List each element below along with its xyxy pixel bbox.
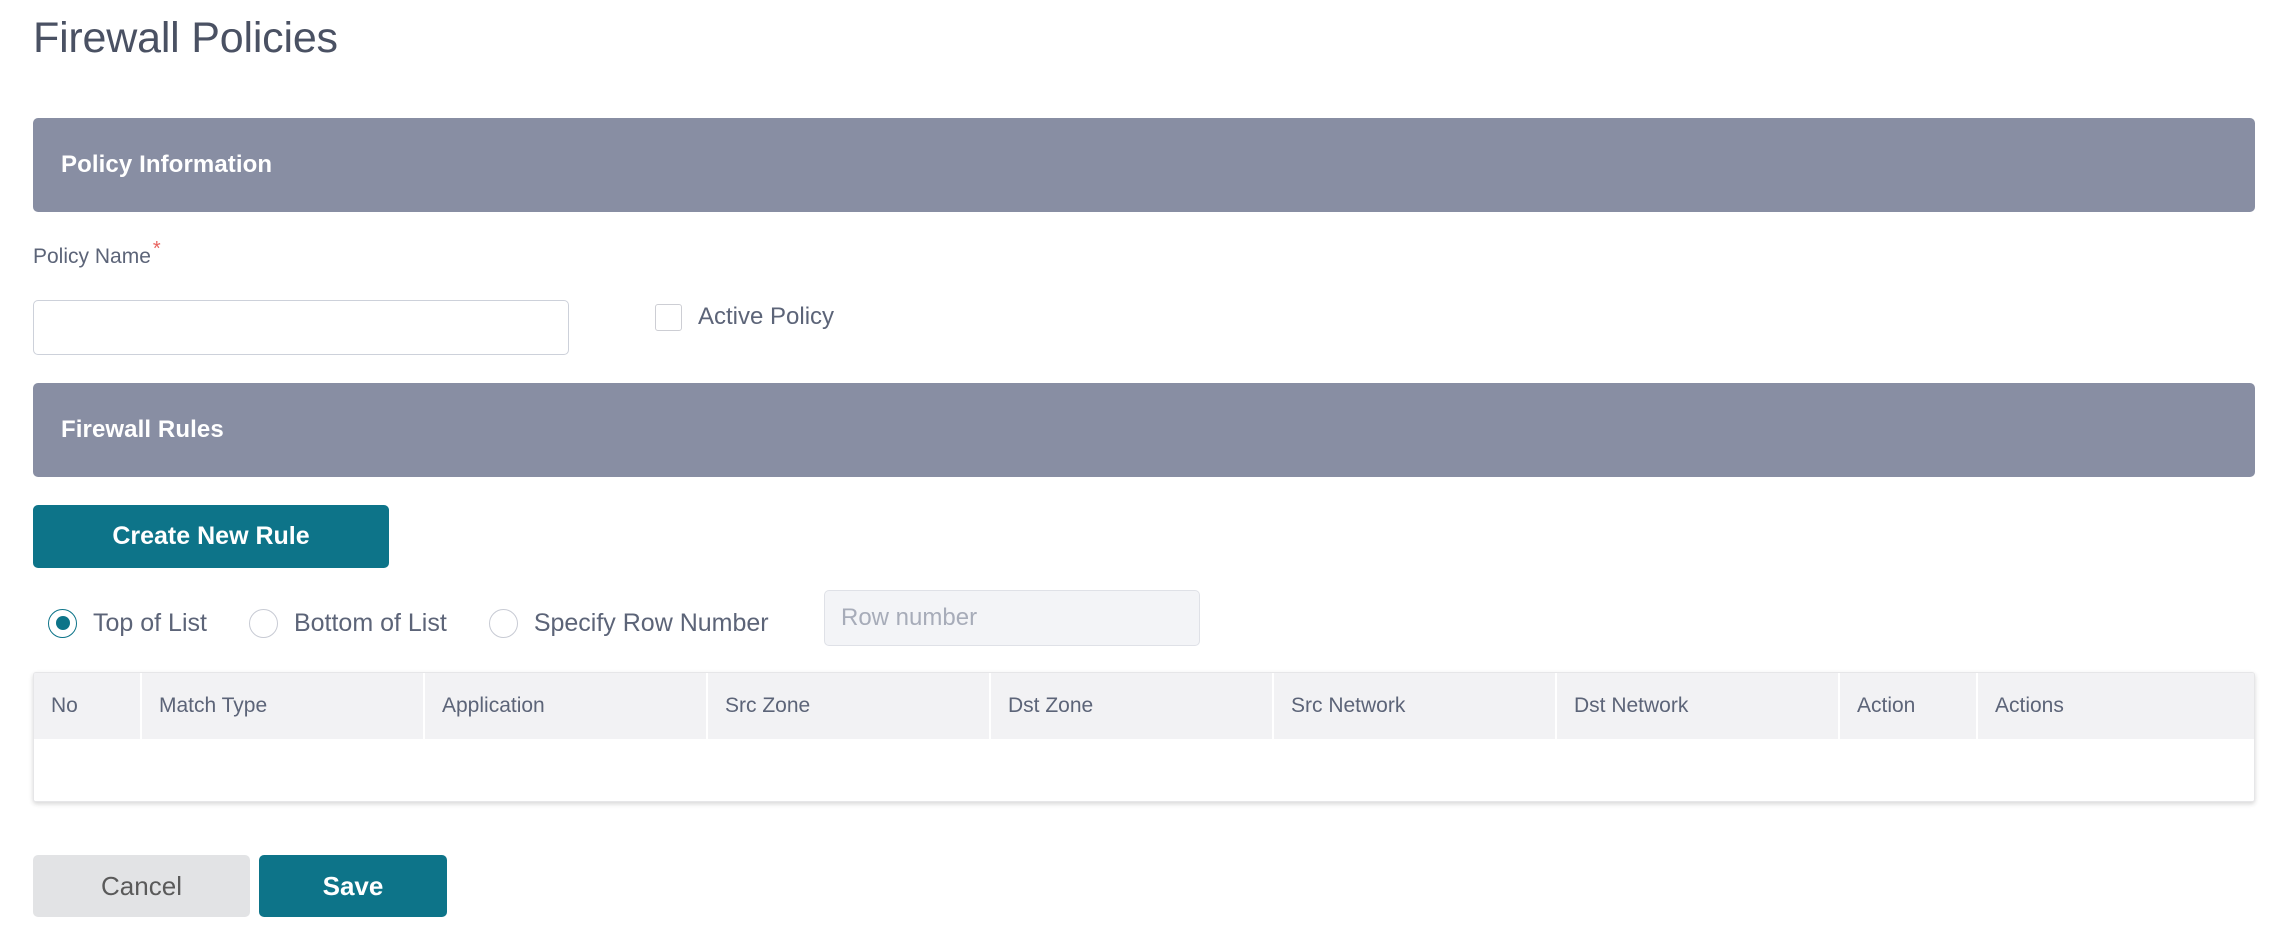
create-new-rule-button[interactable]: Create New Rule: [33, 505, 389, 568]
cancel-button[interactable]: Cancel: [33, 855, 250, 917]
table-empty-row: [34, 739, 2254, 801]
policy-name-label: Policy Name *: [33, 239, 161, 269]
column-header-dst-zone[interactable]: Dst Zone: [990, 673, 1274, 739]
firewall-rules-table-card: No Match Type Application Src Zone Dst Z…: [33, 672, 2255, 802]
rule-placement-radio-group: Top of List Bottom of List Specify Row N…: [48, 592, 811, 654]
save-button[interactable]: Save: [259, 855, 447, 917]
radio-specify-row-number[interactable]: Specify Row Number: [488, 608, 769, 638]
column-header-src-zone[interactable]: Src Zone: [707, 673, 991, 739]
active-policy-checkbox-row[interactable]: Active Policy: [655, 303, 834, 331]
radio-bottom-of-list-dot: [256, 616, 270, 630]
radio-bottom-of-list-label: Bottom of List: [293, 608, 447, 637]
firewall-policies-page: Firewall Policies Policy Information Pol…: [0, 0, 2294, 944]
section-header-policy-information-label: Policy Information: [61, 151, 273, 178]
column-header-action[interactable]: Action: [1839, 673, 1978, 739]
firewall-rules-table: No Match Type Application Src Zone Dst Z…: [34, 673, 2254, 801]
radio-specify-row-number-control[interactable]: [488, 608, 518, 638]
radio-top-of-list-label: Top of List: [93, 608, 207, 637]
column-header-match-type[interactable]: Match Type: [141, 673, 425, 739]
table-header-row: No Match Type Application Src Zone Dst Z…: [34, 673, 2254, 739]
required-asterisk-icon: *: [152, 238, 161, 260]
radio-top-of-list-dot: [55, 616, 70, 630]
column-header-actions[interactable]: Actions: [1977, 673, 2254, 739]
column-header-application[interactable]: Application: [424, 673, 708, 739]
radio-bottom-of-list-control[interactable]: [248, 608, 278, 638]
page-title: Firewall Policies: [33, 14, 338, 62]
active-policy-checkbox[interactable]: [655, 303, 682, 331]
table-empty-cell: [34, 739, 2254, 801]
section-header-firewall-rules: Firewall Rules: [33, 383, 2255, 477]
radio-top-of-list-control[interactable]: [48, 608, 77, 638]
policy-name-label-text: Policy Name: [33, 245, 151, 268]
radio-specify-row-number-label: Specify Row Number: [533, 608, 769, 637]
section-header-policy-information: Policy Information: [33, 118, 2255, 212]
column-header-no[interactable]: No: [34, 673, 142, 739]
section-header-firewall-rules-label: Firewall Rules: [61, 416, 224, 443]
radio-top-of-list[interactable]: Top of List: [48, 608, 207, 638]
radio-bottom-of-list[interactable]: Bottom of List: [248, 608, 447, 638]
policy-name-input[interactable]: [33, 300, 569, 355]
row-number-input[interactable]: [824, 590, 1200, 646]
column-header-dst-network[interactable]: Dst Network: [1556, 673, 1840, 739]
radio-specify-row-number-dot: [496, 616, 510, 630]
active-policy-label: Active Policy: [698, 303, 835, 330]
column-header-src-network[interactable]: Src Network: [1273, 673, 1557, 739]
firewall-rules-table-body: [34, 739, 2254, 801]
firewall-rules-table-head: No Match Type Application Src Zone Dst Z…: [34, 673, 2254, 739]
